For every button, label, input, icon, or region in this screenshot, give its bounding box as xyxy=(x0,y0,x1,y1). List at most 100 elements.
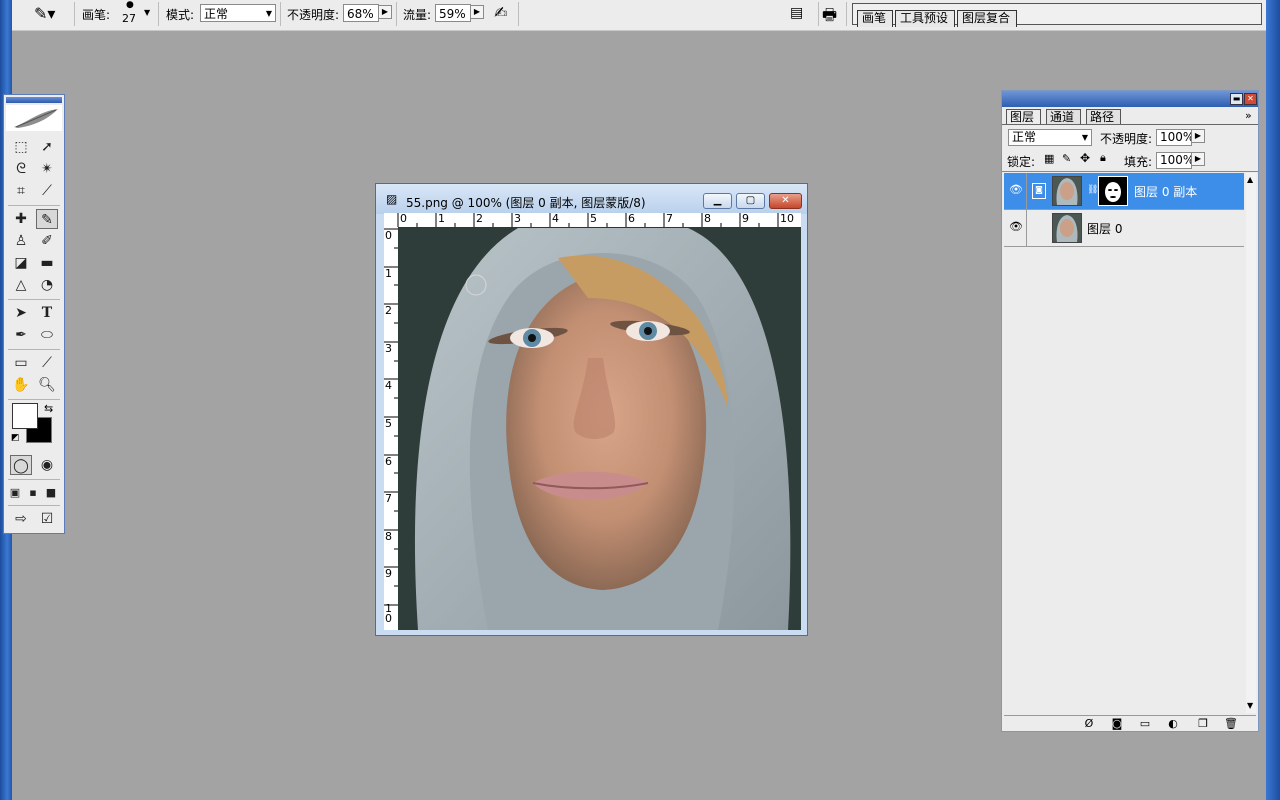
document-title: 55.png @ 100% (图层 0 副本, 图层蒙版/8) xyxy=(406,196,646,210)
default-colors-icon[interactable]: ◩ xyxy=(11,433,20,443)
layer-thumbnail[interactable] xyxy=(1052,176,1082,206)
scroll-down-icon[interactable]: ▼ xyxy=(1247,701,1253,710)
well-tab-brushes[interactable]: 画笔 xyxy=(857,10,894,27)
layer-name[interactable]: 图层 0 xyxy=(1087,220,1122,237)
mask-edit-brush-icon[interactable]: ◙ xyxy=(1032,183,1046,199)
layers-footer: Ø ◙ ▭ ◐ ❐ 🗑︎ xyxy=(1004,715,1256,732)
lock-transparent-icon[interactable]: ▦ xyxy=(1044,152,1054,165)
chevron-down-icon: ▼ xyxy=(1081,133,1088,142)
tab-channels[interactable]: 通道 xyxy=(1046,109,1082,125)
feather-logo-icon[interactable] xyxy=(6,105,62,131)
slice-tool-icon[interactable]: ⟋ xyxy=(36,181,58,201)
toolbox-titlebar[interactable] xyxy=(6,97,62,103)
layer-style-icon[interactable]: Ø xyxy=(1082,717,1096,730)
well-tab-layer-comps[interactable]: 图层复合 xyxy=(957,10,1018,27)
lock-all-icon[interactable]: 🔒︎ xyxy=(1100,151,1106,165)
blend-mode-select[interactable]: 正常 ▼ xyxy=(1008,129,1092,146)
quick-mask-mode-icon[interactable]: ◉ xyxy=(36,455,58,475)
document-window: ▨ 55.png @ 100% (图层 0 副本, 图层蒙版/8) ▁ ▢ ✕ … xyxy=(375,183,808,636)
standard-mode-icon[interactable]: ◯ xyxy=(10,455,32,475)
eraser-tool-icon[interactable]: ◪ xyxy=(10,253,32,273)
lock-position-icon[interactable]: ✥ xyxy=(1080,151,1090,165)
move-tool-icon[interactable]: ➚ xyxy=(36,137,58,157)
maximize-button[interactable]: ▢ xyxy=(736,193,765,209)
panel-minimize-icon[interactable]: ▬ xyxy=(1230,93,1243,105)
adjustment-layer-icon[interactable]: ◐ xyxy=(1166,717,1180,730)
scroll-up-icon[interactable]: ▲ xyxy=(1247,175,1253,184)
ruler-horizontal[interactable]: 0 1 2 3 4 5 6 7 8 9 10 xyxy=(384,213,801,228)
close-button[interactable]: ✕ xyxy=(769,193,802,209)
image-canvas[interactable] xyxy=(398,228,801,630)
layers-panel-titlebar[interactable]: ▬ ✕ xyxy=(1002,91,1258,107)
layers-scrollbar[interactable]: ▲ ▼ xyxy=(1246,173,1256,713)
healing-brush-tool-icon[interactable]: ✚ xyxy=(10,209,32,229)
lasso-tool-icon[interactable]: ᘓ xyxy=(10,159,32,179)
zoom-tool-icon[interactable]: 🔍︎ xyxy=(36,375,58,395)
document-titlebar[interactable]: ▨ 55.png @ 100% (图层 0 副本, 图层蒙版/8) ▁ ▢ ✕ xyxy=(376,184,807,214)
mode-select[interactable]: 正常 ▼ xyxy=(200,4,276,22)
ellipse-tool-icon[interactable]: ⬭ xyxy=(36,325,58,345)
link-chain-icon[interactable]: ⛓ xyxy=(1087,185,1098,195)
flow-slider-arrow-icon[interactable]: ▶ xyxy=(470,5,484,19)
checkbox-edit-icon[interactable]: ☑ xyxy=(36,509,58,529)
eyedropper-tool-icon[interactable]: ⟋ xyxy=(36,353,58,373)
options-separator xyxy=(396,2,397,26)
notes-tool-icon[interactable]: ▭ xyxy=(10,353,32,373)
pen-tool-icon[interactable]: ✒ xyxy=(10,325,32,345)
ruler-vertical[interactable]: 0 1 2 3 4 5 6 7 8 9 1 0 xyxy=(384,227,399,630)
blur-tool-icon[interactable]: △ xyxy=(10,275,32,295)
layer-thumbnail[interactable] xyxy=(1052,213,1082,243)
visibility-eye-icon[interactable]: 👁︎ xyxy=(1008,183,1024,197)
add-mask-icon[interactable]: ◙ xyxy=(1110,717,1124,730)
dodge-tool-icon[interactable]: ◔ xyxy=(36,275,58,295)
brush-picker-chevron-icon[interactable]: ▼ xyxy=(144,8,150,17)
brush-size[interactable]: 27 xyxy=(122,12,136,25)
visibility-eye-icon[interactable]: 👁︎ xyxy=(1008,220,1024,234)
well-tab-tool-presets[interactable]: 工具预设 xyxy=(895,10,956,27)
foreground-color-swatch[interactable] xyxy=(12,403,38,429)
layer-opacity-arrow-icon[interactable]: ▶ xyxy=(1191,129,1205,143)
fill-arrow-icon[interactable]: ▶ xyxy=(1191,152,1205,166)
history-brush-tool-icon[interactable]: ✐ xyxy=(36,231,58,251)
opacity-field[interactable]: 68% xyxy=(343,4,379,22)
layer-name[interactable]: 图层 0 副本 xyxy=(1134,183,1197,200)
panel-menu-icon[interactable]: » xyxy=(1245,109,1252,122)
fullscreen-mode-icon[interactable]: ■ xyxy=(42,483,60,503)
fill-field[interactable]: 100% xyxy=(1156,152,1194,169)
trash-icon[interactable]: 🗑︎ xyxy=(1224,717,1238,730)
brush-tool-icon[interactable]: ✎ xyxy=(36,209,58,229)
marquee-tool-icon[interactable]: ⬚ xyxy=(10,137,32,157)
airbrush-icon[interactable]: ✍ xyxy=(494,3,507,22)
magic-wand-tool-icon[interactable]: ✴ xyxy=(36,159,58,179)
new-layer-icon[interactable]: ❐ xyxy=(1196,717,1210,730)
brush-tool-preset-icon[interactable]: ✎▾ xyxy=(34,4,55,23)
flow-field[interactable]: 59% xyxy=(435,4,471,22)
standard-screen-mode-icon[interactable]: ▣ xyxy=(6,483,24,503)
swap-colors-icon[interactable]: ⇆ xyxy=(44,402,53,415)
jump-to-imageready-icon[interactable]: ⇨ xyxy=(10,509,32,529)
tab-layers[interactable]: 图层 xyxy=(1006,109,1042,125)
file-browser-icon[interactable]: ▤ xyxy=(790,5,803,21)
lock-image-icon[interactable]: ✎ xyxy=(1062,152,1071,165)
gradient-tool-icon[interactable]: ▬ xyxy=(36,253,58,273)
panel-close-icon[interactable]: ✕ xyxy=(1244,93,1257,105)
layer-opacity-label: 不透明度: xyxy=(1100,132,1153,146)
layer-mask-thumbnail[interactable] xyxy=(1098,176,1128,206)
ruler-label: 0 xyxy=(385,229,392,242)
path-selection-tool-icon[interactable]: ➤ xyxy=(10,303,32,323)
flow-label: 流量: xyxy=(403,8,432,22)
layer-opacity-field[interactable]: 100% xyxy=(1156,129,1194,146)
type-tool-icon[interactable]: T xyxy=(36,303,58,323)
fullscreen-menu-mode-icon[interactable]: ▪ xyxy=(24,483,42,503)
crop-tool-icon[interactable]: ⌗ xyxy=(10,181,32,201)
opacity-label: 不透明度: xyxy=(287,8,340,22)
clone-stamp-tool-icon[interactable]: ♙ xyxy=(10,231,32,251)
hand-tool-icon[interactable]: ✋ xyxy=(10,375,32,395)
new-group-icon[interactable]: ▭ xyxy=(1138,717,1152,730)
print-icon[interactable]: 🖶 xyxy=(822,4,837,31)
layer-row[interactable]: 👁︎ 图层 0 xyxy=(1004,210,1244,247)
opacity-slider-arrow-icon[interactable]: ▶ xyxy=(378,5,392,19)
layer-row[interactable]: 👁︎ ◙ ⛓ 图层 0 副本 xyxy=(1004,173,1244,210)
minimize-button[interactable]: ▁ xyxy=(703,193,732,209)
tab-paths[interactable]: 路径 xyxy=(1086,109,1122,125)
